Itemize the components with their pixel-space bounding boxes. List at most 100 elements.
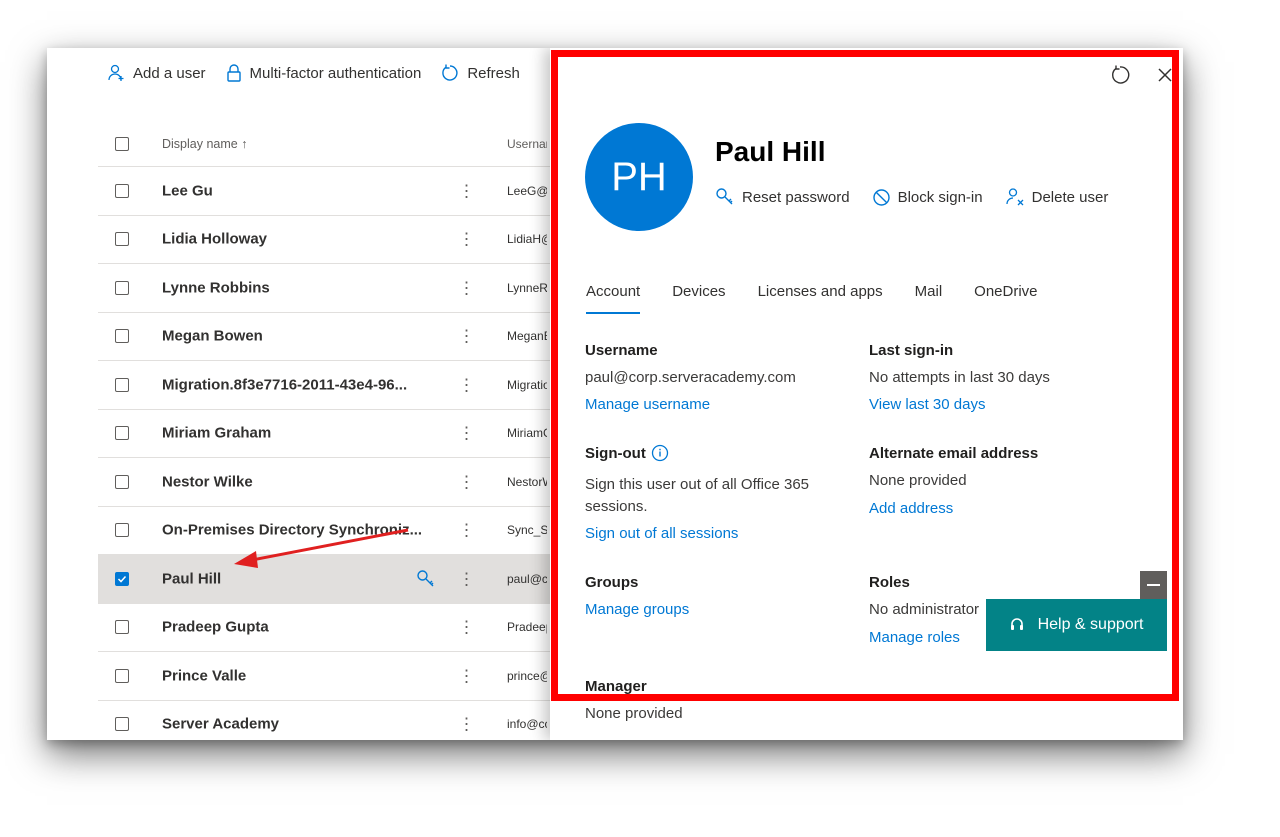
- row-checkbox[interactable]: [115, 377, 129, 392]
- sign-out-description-line2: sessions.: [585, 498, 648, 515]
- more-options-icon[interactable]: ⋮: [458, 279, 475, 296]
- more-options-icon[interactable]: ⋮: [458, 619, 475, 636]
- minimize-help-button[interactable]: [1140, 571, 1167, 599]
- groups-label: Groups: [585, 574, 639, 591]
- table-row[interactable]: Lee Gu ⋮ LeeG@c: [98, 167, 558, 216]
- table-row[interactable]: Nestor Wilke ⋮ NestorW: [98, 458, 558, 507]
- info-icon[interactable]: [651, 444, 669, 462]
- row-checkbox[interactable]: [115, 329, 129, 344]
- view-last-30-days-link[interactable]: View last 30 days: [869, 396, 985, 413]
- row-checkbox[interactable]: [115, 668, 129, 683]
- table-row[interactable]: Migration.8f3e7716-2011-43e4-96... ⋮ Migra…: [98, 361, 558, 410]
- lock-icon: [226, 64, 241, 82]
- avatar: PH: [585, 123, 693, 231]
- table-row[interactable]: On-Premises Directory Synchroniz... ⋮ Sync…: [98, 507, 558, 555]
- table-row[interactable]: Server Academy ⋮ info@cc: [98, 701, 558, 741]
- row-display-name[interactable]: Miriam Graham: [162, 425, 271, 442]
- row-display-name[interactable]: Server Academy: [162, 716, 279, 733]
- reset-password-label: Reset password: [742, 188, 850, 206]
- row-username: LeeG@c: [507, 183, 547, 198]
- row-checkbox[interactable]: [115, 717, 129, 732]
- row-checkbox[interactable]: [115, 523, 129, 538]
- row-checkbox[interactable]: [115, 280, 129, 295]
- refresh-icon: [442, 64, 458, 81]
- more-options-icon[interactable]: ⋮: [458, 182, 475, 199]
- row-username: Migratio: [507, 377, 547, 392]
- close-icon[interactable]: [1157, 67, 1173, 83]
- table-row[interactable]: Paul Hill ⋮ paul@c: [98, 555, 558, 604]
- delete-user-button[interactable]: Delete user: [1005, 187, 1108, 207]
- user-display-name: Paul Hill: [715, 136, 826, 167]
- tab-account[interactable]: Account: [586, 283, 641, 314]
- row-checkbox[interactable]: [115, 474, 129, 489]
- row-display-name[interactable]: Lynne Robbins: [162, 279, 270, 296]
- row-checkbox[interactable]: [115, 620, 129, 635]
- row-checkbox[interactable]: [115, 426, 129, 441]
- refresh-panel-icon[interactable]: [1110, 65, 1130, 85]
- row-username: prince@: [507, 668, 547, 683]
- more-options-icon[interactable]: ⋮: [458, 570, 475, 587]
- row-display-name[interactable]: Prince Valle: [162, 667, 246, 684]
- reset-password-button[interactable]: Reset password: [715, 187, 850, 207]
- tab-devices[interactable]: Devices: [672, 283, 725, 314]
- more-options-icon[interactable]: ⋮: [458, 473, 475, 490]
- add-address-link[interactable]: Add address: [869, 500, 953, 517]
- last-sign-in-value: No attempts in last 30 days: [869, 369, 1050, 386]
- row-username: MeganB: [507, 329, 547, 344]
- username-label: Username: [585, 342, 658, 359]
- row-username: LidiaH@: [507, 232, 547, 247]
- row-display-name[interactable]: Lee Gu: [162, 182, 213, 199]
- select-all-checkbox[interactable]: [115, 136, 129, 151]
- row-display-name[interactable]: Megan Bowen: [162, 328, 263, 345]
- help-support-label: Help & support: [1037, 616, 1144, 633]
- tab-mail[interactable]: Mail: [915, 283, 943, 314]
- more-options-icon[interactable]: ⋮: [458, 522, 475, 539]
- row-display-name[interactable]: Nestor Wilke: [162, 473, 253, 490]
- refresh-button[interactable]: Refresh: [441, 64, 520, 82]
- tab-licenses-and-apps[interactable]: Licenses and apps: [758, 283, 883, 314]
- more-options-icon[interactable]: ⋮: [458, 231, 475, 248]
- manage-groups-link[interactable]: Manage groups: [585, 601, 689, 618]
- table-row[interactable]: Megan Bowen ⋮ MeganB: [98, 313, 558, 361]
- row-display-name[interactable]: Migration.8f3e7716-2011-43e4-96...: [162, 376, 407, 393]
- row-checkbox[interactable]: [115, 232, 129, 247]
- manage-roles-link[interactable]: Manage roles: [869, 629, 960, 646]
- manage-username-link[interactable]: Manage username: [585, 396, 710, 413]
- table-row[interactable]: Lynne Robbins ⋮ LynneRo: [98, 264, 558, 313]
- table-row[interactable]: Prince Valle ⋮ prince@: [98, 652, 558, 701]
- user-actions: Reset password Block sign-in Delete user: [715, 187, 1130, 207]
- more-options-icon[interactable]: ⋮: [458, 328, 475, 345]
- add-person-icon: [108, 64, 124, 81]
- more-options-icon[interactable]: ⋮: [458, 667, 475, 684]
- mfa-label: Multi-factor authentication: [249, 64, 422, 82]
- row-display-name[interactable]: Lidia Holloway: [162, 231, 267, 248]
- display-name-column-header[interactable]: Display name ↑: [162, 137, 247, 151]
- table-row[interactable]: Miriam Graham ⋮ MiriamG: [98, 410, 558, 458]
- key-icon[interactable]: [416, 569, 436, 589]
- tab-onedrive[interactable]: OneDrive: [974, 283, 1037, 314]
- help-support-button[interactable]: Help & support: [986, 599, 1167, 651]
- more-options-icon[interactable]: ⋮: [458, 376, 475, 393]
- username-column-header[interactable]: Usernar: [507, 137, 547, 151]
- row-display-name[interactable]: Pradeep Gupta: [162, 619, 269, 636]
- more-options-icon[interactable]: ⋮: [458, 716, 475, 733]
- block-sign-in-button[interactable]: Block sign-in: [872, 188, 983, 207]
- sign-out-all-sessions-link[interactable]: Sign out of all sessions: [585, 525, 738, 542]
- alternate-email-label: Alternate email address: [869, 445, 1039, 462]
- key-icon: [716, 188, 733, 205]
- block-sign-in-label: Block sign-in: [897, 188, 983, 206]
- more-options-icon[interactable]: ⋮: [458, 425, 475, 442]
- table-row[interactable]: Lidia Holloway ⋮ LidiaH@: [98, 216, 558, 264]
- add-user-button[interactable]: Add a user: [107, 64, 206, 82]
- add-user-label: Add a user: [133, 64, 206, 82]
- mfa-button[interactable]: Multi-factor authentication: [226, 64, 422, 82]
- row-display-name[interactable]: Paul Hill: [162, 570, 221, 587]
- username-value: paul@corp.serveracademy.com: [585, 369, 796, 386]
- row-checkbox[interactable]: [115, 571, 129, 586]
- toolbar: Add a user Multi-factor authentication R…: [107, 61, 540, 85]
- row-checkbox[interactable]: [115, 183, 129, 198]
- refresh-label: Refresh: [467, 64, 520, 82]
- table-row[interactable]: Pradeep Gupta ⋮ Pradeep: [98, 604, 558, 652]
- row-display-name[interactable]: On-Premises Directory Synchroniz...: [162, 522, 422, 539]
- user-list: Display name ↑ Usernar Lee Gu ⋮ LeeG@c Lidi…: [98, 121, 558, 740]
